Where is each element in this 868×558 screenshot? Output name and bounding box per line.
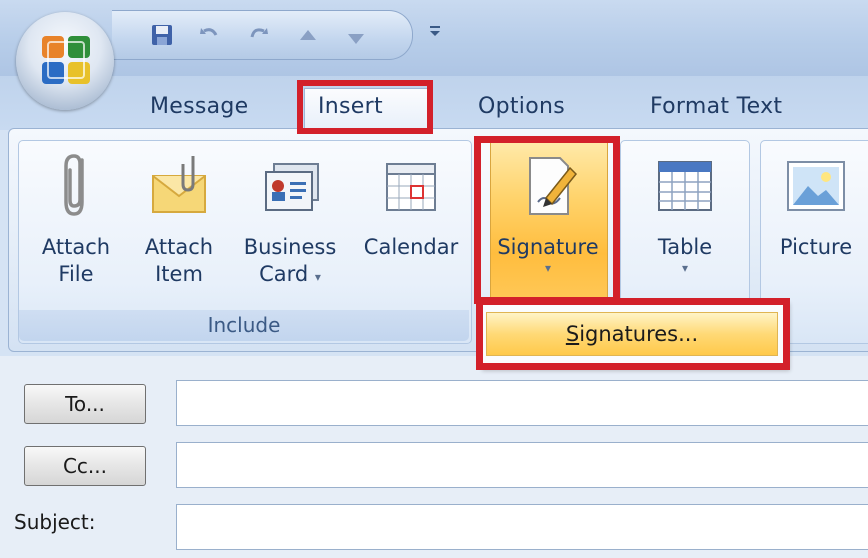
to-button[interactable]: To...	[24, 384, 146, 424]
save-icon[interactable]	[150, 23, 174, 51]
table-label: Table	[657, 235, 713, 259]
picture-label: Picture	[779, 235, 853, 259]
insert-tab-highlight	[297, 80, 433, 134]
table-button[interactable]: Table ▾	[632, 150, 738, 275]
next-item-icon[interactable]	[346, 27, 366, 51]
paperclip-icon	[64, 154, 84, 216]
envelope-icon	[152, 156, 206, 213]
office-logo-icon	[42, 36, 90, 84]
attach-file-label-line2: File	[58, 262, 94, 286]
cc-button[interactable]: Cc...	[24, 446, 146, 486]
tab-message[interactable]: Message	[150, 92, 249, 122]
tab-format-text[interactable]: Format Text	[650, 92, 782, 122]
signature-highlight-box	[474, 136, 620, 304]
calendar-icon	[386, 163, 436, 211]
quick-access-toolbar	[112, 10, 413, 60]
business-card-label-line2: Card ▾	[259, 262, 321, 286]
picture-button[interactable]: Picture	[766, 150, 866, 261]
table-icon	[658, 161, 712, 211]
include-group-label: Include	[207, 313, 281, 337]
signatures-highlight-box	[476, 298, 790, 370]
redo-icon[interactable]	[246, 23, 270, 51]
picture-icon	[787, 161, 845, 211]
table-dropdown-arrow-icon: ▾	[681, 261, 689, 275]
calendar-label: Calendar	[363, 235, 459, 259]
to-field[interactable]	[176, 380, 868, 426]
customize-qat-arrow-icon[interactable]	[428, 22, 442, 43]
calendar-button[interactable]: Calendar	[356, 150, 466, 261]
attach-item-label-line1: Attach	[144, 235, 214, 259]
attach-file-label-line1: Attach	[41, 235, 111, 259]
subject-field[interactable]	[176, 504, 868, 550]
attach-item-button[interactable]: Attach Item	[130, 150, 228, 288]
tab-options[interactable]: Options	[478, 92, 565, 122]
previous-item-icon[interactable]	[298, 27, 318, 51]
subject-label: Subject:	[14, 510, 96, 534]
attach-file-button[interactable]: Attach File	[30, 150, 122, 288]
attach-item-label-line2: Item	[155, 262, 203, 286]
office-button[interactable]	[16, 12, 114, 110]
undo-icon[interactable]	[198, 23, 222, 51]
business-card-button[interactable]: Business Card ▾	[234, 150, 346, 291]
business-card-icon	[265, 163, 319, 211]
business-card-dropdown-arrow-icon: ▾	[314, 270, 321, 284]
cc-field[interactable]	[176, 442, 868, 488]
business-card-label-line1: Business	[243, 235, 337, 259]
